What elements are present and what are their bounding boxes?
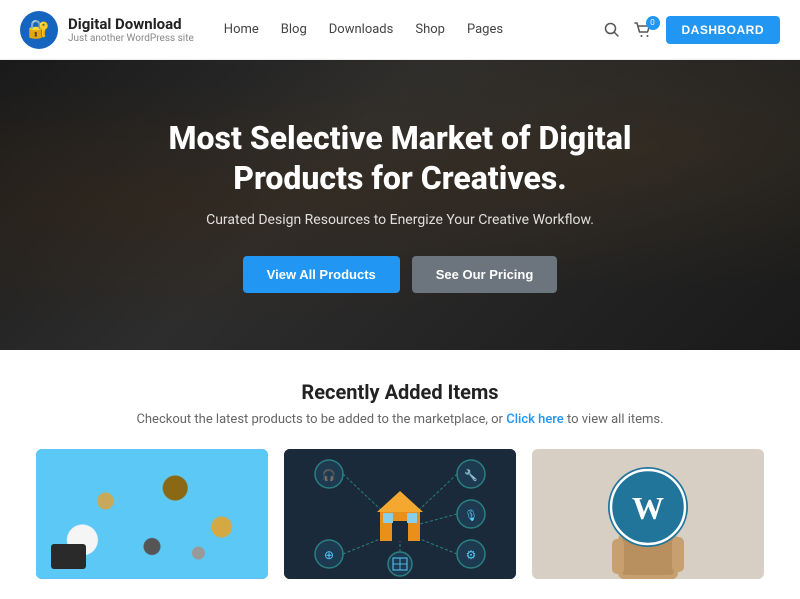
hero-subtitle: Curated Design Resources to Energize You… [100, 212, 700, 228]
logo-icon: 🔐 [20, 11, 58, 49]
product-card-3[interactable]: W [532, 449, 764, 579]
wordpress-illustration: W [532, 449, 764, 579]
see-pricing-button[interactable]: See Our Pricing [412, 256, 558, 293]
product-card-1[interactable]: ✈ [36, 449, 268, 579]
search-button[interactable] [604, 22, 620, 38]
hero-title: Most Selective Market of Digital Product… [100, 118, 700, 198]
product-card-2[interactable]: ⊕ 🎧 🔧 🎙 ⚙ [284, 449, 516, 579]
svg-text:✈: ✈ [186, 532, 199, 551]
navbar: 🔐 Digital Download Just another WordPres… [0, 0, 800, 60]
logo-title: Digital Download [68, 15, 194, 33]
svg-text:🎙: 🎙 [464, 509, 478, 522]
product-image-3: W [532, 449, 764, 579]
svg-text:🔐: 🔐 [28, 19, 50, 40]
nav-home[interactable]: Home [224, 22, 259, 37]
flatlay-illustration: ✈ [36, 449, 268, 579]
product-image-1: ✈ [36, 449, 268, 579]
click-here-link[interactable]: Click here [506, 412, 564, 427]
nav-actions: 0 DASHBOARD [604, 16, 781, 44]
search-icon [604, 22, 620, 38]
cart-button[interactable]: 0 [634, 22, 652, 38]
hero-content: Most Selective Market of Digital Product… [100, 118, 700, 293]
product-image-2: ⊕ 🎧 🔧 🎙 ⚙ [284, 449, 516, 579]
recently-added-section: Recently Added Items Checkout the latest… [0, 350, 800, 599]
logo-subtitle: Just another WordPress site [68, 33, 194, 44]
dashboard-button[interactable]: DASHBOARD [666, 16, 781, 44]
recently-added-subtitle: Checkout the latest products to be added… [20, 412, 780, 427]
svg-text:⊕: ⊕ [324, 548, 334, 562]
cart-badge: 0 [646, 16, 660, 30]
subtitle-post-text: to view all items. [567, 412, 664, 427]
hero-section: Most Selective Market of Digital Product… [0, 60, 800, 350]
nav-links: Home Blog Downloads Shop Pages [224, 22, 604, 37]
product-grid: ✈ [20, 449, 780, 579]
nav-pages[interactable]: Pages [467, 22, 503, 37]
hero-buttons: View All Products See Our Pricing [100, 256, 700, 293]
svg-text:⚙: ⚙ [466, 548, 477, 562]
nav-blog[interactable]: Blog [281, 22, 307, 37]
svg-text:🎧: 🎧 [322, 469, 336, 482]
recently-added-title: Recently Added Items [20, 380, 780, 404]
view-all-products-button[interactable]: View All Products [243, 256, 400, 293]
nav-shop[interactable]: Shop [415, 22, 445, 37]
logo: 🔐 Digital Download Just another WordPres… [20, 11, 194, 49]
svg-text:W: W [632, 490, 664, 526]
svg-text:🔧: 🔧 [464, 468, 478, 482]
subtitle-pre-text: Checkout the latest products to be added… [136, 412, 506, 427]
smarthome-illustration: ⊕ 🎧 🔧 🎙 ⚙ [284, 449, 516, 579]
nav-downloads[interactable]: Downloads [329, 22, 394, 37]
